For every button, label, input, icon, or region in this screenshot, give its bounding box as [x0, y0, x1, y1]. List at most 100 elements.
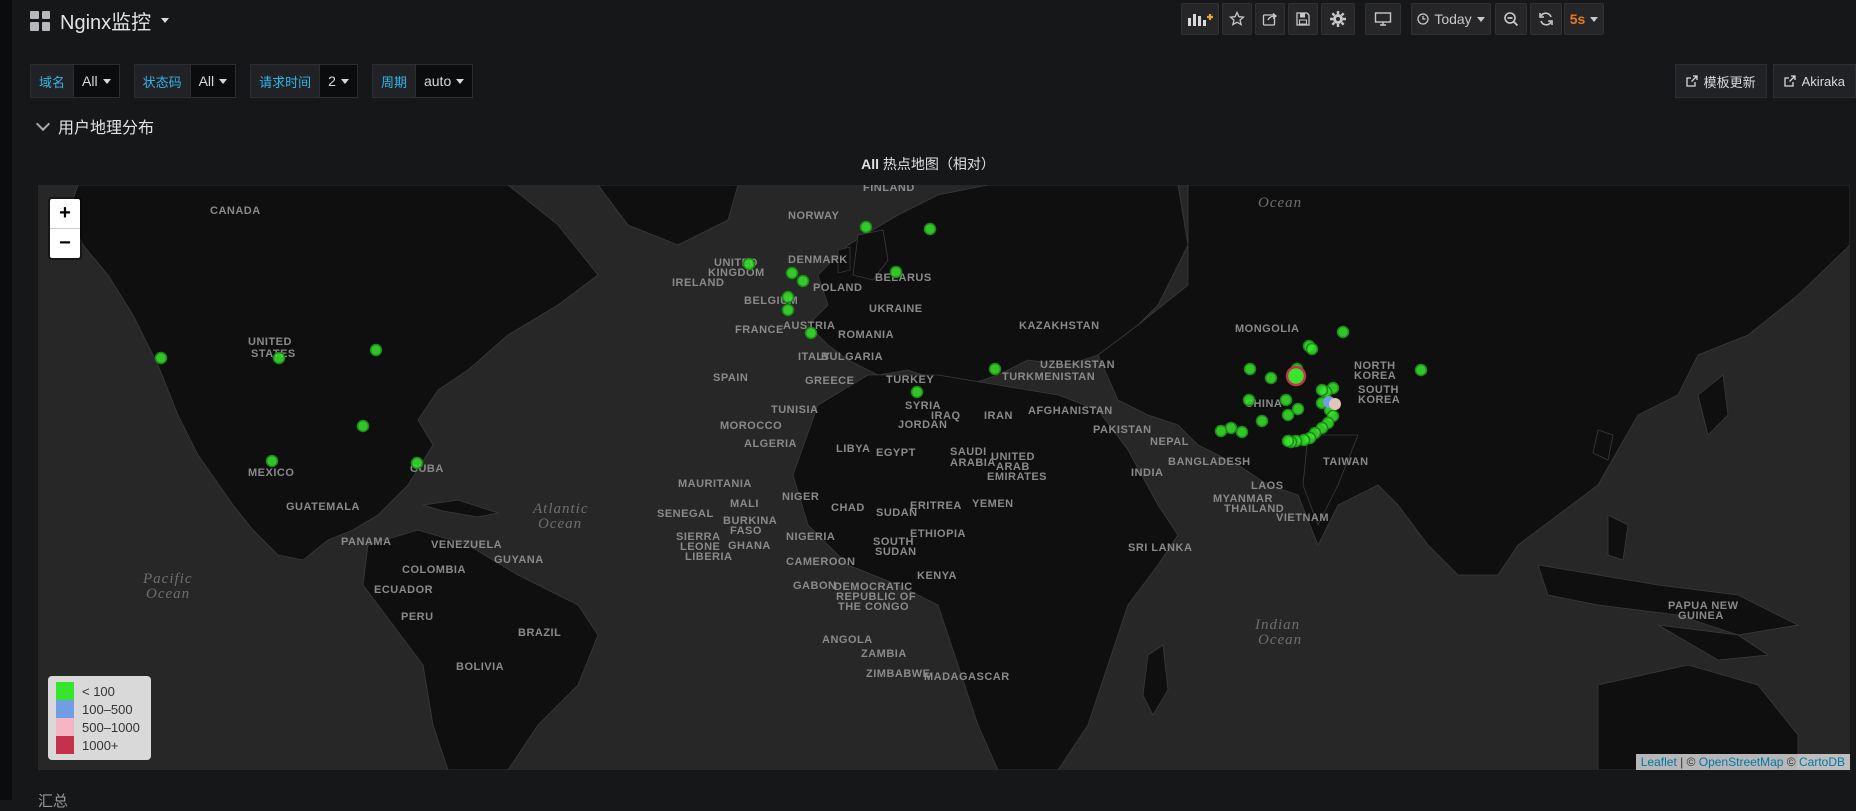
variable-value: auto: [423, 73, 452, 89]
caret-down-icon: [1476, 16, 1485, 22]
heatmap-marker[interactable]: [796, 274, 810, 288]
star-button[interactable]: [1222, 3, 1252, 35]
svg-text:Pacific: Pacific: [142, 571, 192, 587]
heatmap-marker[interactable]: [1279, 393, 1293, 407]
dashboard-link-akiraka[interactable]: Akiraka: [1772, 64, 1856, 98]
row-title: 用户地理分布: [58, 120, 155, 137]
svg-text:SUDAN: SUDAN: [875, 546, 917, 558]
variable-status-code: 状态码 All: [133, 64, 237, 98]
heatmap-marker[interactable]: [410, 456, 424, 470]
heatmap-marker[interactable]: [265, 454, 279, 468]
caret-down-icon: [340, 78, 349, 84]
refresh-interval-picker[interactable]: 5s: [1564, 3, 1604, 35]
dashboard-link-template-update[interactable]: 模板更新: [1674, 64, 1767, 98]
save-button[interactable]: [1288, 3, 1318, 35]
svg-text:ECUADOR: ECUADOR: [374, 584, 433, 596]
svg-text:COLOMBIA: COLOMBIA: [402, 564, 466, 576]
svg-text:Indian: Indian: [1254, 617, 1300, 633]
row-header-user-geo[interactable]: 用户地理分布: [35, 114, 155, 138]
variable-domain: 域名 All: [30, 64, 120, 98]
variable-label: 状态码: [133, 64, 191, 98]
svg-text:GUYANA: GUYANA: [494, 554, 544, 566]
heatmap-marker[interactable]: [1414, 363, 1428, 377]
svg-text:Ocean: Ocean: [1258, 195, 1302, 211]
zoom-out-button[interactable]: −: [50, 229, 80, 258]
svg-text:GUINEA: GUINEA: [1678, 610, 1724, 622]
dashboard-links: 模板更新 Akiraka: [1674, 64, 1856, 98]
heatmap-marker[interactable]: [1255, 414, 1269, 428]
svg-text:ERITREA: ERITREA: [910, 500, 962, 512]
heatmap-marker[interactable]: [272, 351, 286, 365]
svg-text:ROMANIA: ROMANIA: [838, 329, 894, 341]
heatmap-marker[interactable]: [1243, 362, 1257, 376]
heatmap-marker[interactable]: [1242, 393, 1256, 407]
legend-item: 1000+: [56, 736, 143, 754]
heatmap-marker[interactable]: [859, 220, 873, 234]
heatmap-marker[interactable]: [923, 222, 937, 236]
heatmap-marker[interactable]: [1291, 402, 1305, 416]
heatmap-marker[interactable]: [1305, 342, 1319, 356]
variable-period: 周期 auto: [371, 64, 474, 98]
heatmap-marker[interactable]: [1281, 434, 1295, 448]
dashboard-link-label: Akiraka: [1801, 73, 1845, 89]
heatmap-marker[interactable]: [356, 419, 370, 433]
svg-text:KAZAKHSTAN: KAZAKHSTAN: [1019, 320, 1100, 332]
svg-text:GHANA: GHANA: [728, 540, 771, 552]
svg-text:CAMEROON: CAMEROON: [786, 556, 855, 568]
variable-select[interactable]: 2: [320, 64, 358, 98]
heatmap-marker[interactable]: [889, 265, 903, 279]
share-button[interactable]: [1255, 3, 1285, 35]
heatmap-marker[interactable]: [1214, 424, 1228, 438]
zoom-out-time-button[interactable]: [1495, 3, 1527, 35]
heatmap-marker[interactable]: [804, 326, 818, 340]
heatmap-marker[interactable]: [988, 362, 1002, 376]
dashboard-title-dropdown[interactable]: Nginx监控: [30, 6, 170, 35]
zoom-in-button[interactable]: +: [50, 199, 80, 229]
svg-text:INDIA: INDIA: [1131, 467, 1163, 479]
heatmap-marker[interactable]: [742, 257, 756, 271]
heatmap-marker[interactable]: [781, 290, 795, 304]
heatmap-marker[interactable]: [1235, 425, 1249, 439]
heatmap-marker[interactable]: [1264, 371, 1278, 385]
svg-text:KOREA: KOREA: [1358, 394, 1400, 406]
leaflet-link[interactable]: Leaflet: [1641, 755, 1677, 769]
worldmap-panel[interactable]: CANADA UNITED STATES MEXICO CUBA GUATEMALA…: [38, 185, 1850, 770]
svg-text:ANGOLA: ANGOLA: [822, 634, 873, 646]
variable-select[interactable]: All: [190, 64, 237, 98]
carto-link[interactable]: CartoDB: [1799, 755, 1845, 769]
heatmap-marker[interactable]: [1329, 398, 1341, 410]
star-icon: [1229, 11, 1245, 26]
settings-button[interactable]: [1321, 3, 1355, 35]
heatmap-marker[interactable]: [781, 303, 795, 317]
refresh-button[interactable]: [1530, 3, 1562, 35]
heatmap-marker[interactable]: [154, 351, 168, 365]
svg-text:UKRAINE: UKRAINE: [869, 303, 923, 315]
heatmap-marker[interactable]: [1281, 408, 1295, 422]
caret-down-icon: [219, 78, 228, 84]
chevron-down-icon: [35, 116, 51, 132]
heatmap-marker[interactable]: [1336, 325, 1350, 339]
legend-swatch: [56, 718, 74, 736]
heatmap-marker[interactable]: [369, 343, 383, 357]
time-range-picker[interactable]: Today: [1411, 3, 1491, 35]
panel-title[interactable]: All 热点地图（相对）: [0, 154, 1856, 174]
variable-select[interactable]: All: [74, 64, 120, 98]
refresh-interval-label: 5s: [1569, 11, 1586, 27]
svg-text:ZIMBABWE: ZIMBABWE: [866, 668, 931, 680]
caret-down-icon: [1590, 16, 1599, 22]
row-header-summary[interactable]: 汇总: [38, 790, 68, 811]
tv-mode-button[interactable]: [1365, 3, 1401, 35]
heatmap-marker[interactable]: [785, 266, 799, 280]
heatmap-marker[interactable]: [1285, 365, 1307, 387]
svg-text:IRAN: IRAN: [984, 410, 1013, 422]
osm-link[interactable]: OpenStreetMap: [1699, 755, 1784, 769]
heatmap-marker[interactable]: [1315, 383, 1329, 397]
heatmap-marker[interactable]: [910, 385, 924, 399]
external-link-icon: [1783, 75, 1796, 87]
legend-item: < 100: [56, 682, 143, 700]
svg-text:TAIWAN: TAIWAN: [1323, 456, 1369, 468]
add-panel-button[interactable]: [1181, 3, 1219, 35]
svg-text:Atlantic: Atlantic: [532, 501, 589, 517]
variable-select[interactable]: auto: [415, 64, 474, 98]
world-basemap: CANADA UNITEDSTATES MEXICO CUBA GUATEMALA…: [38, 185, 1850, 770]
